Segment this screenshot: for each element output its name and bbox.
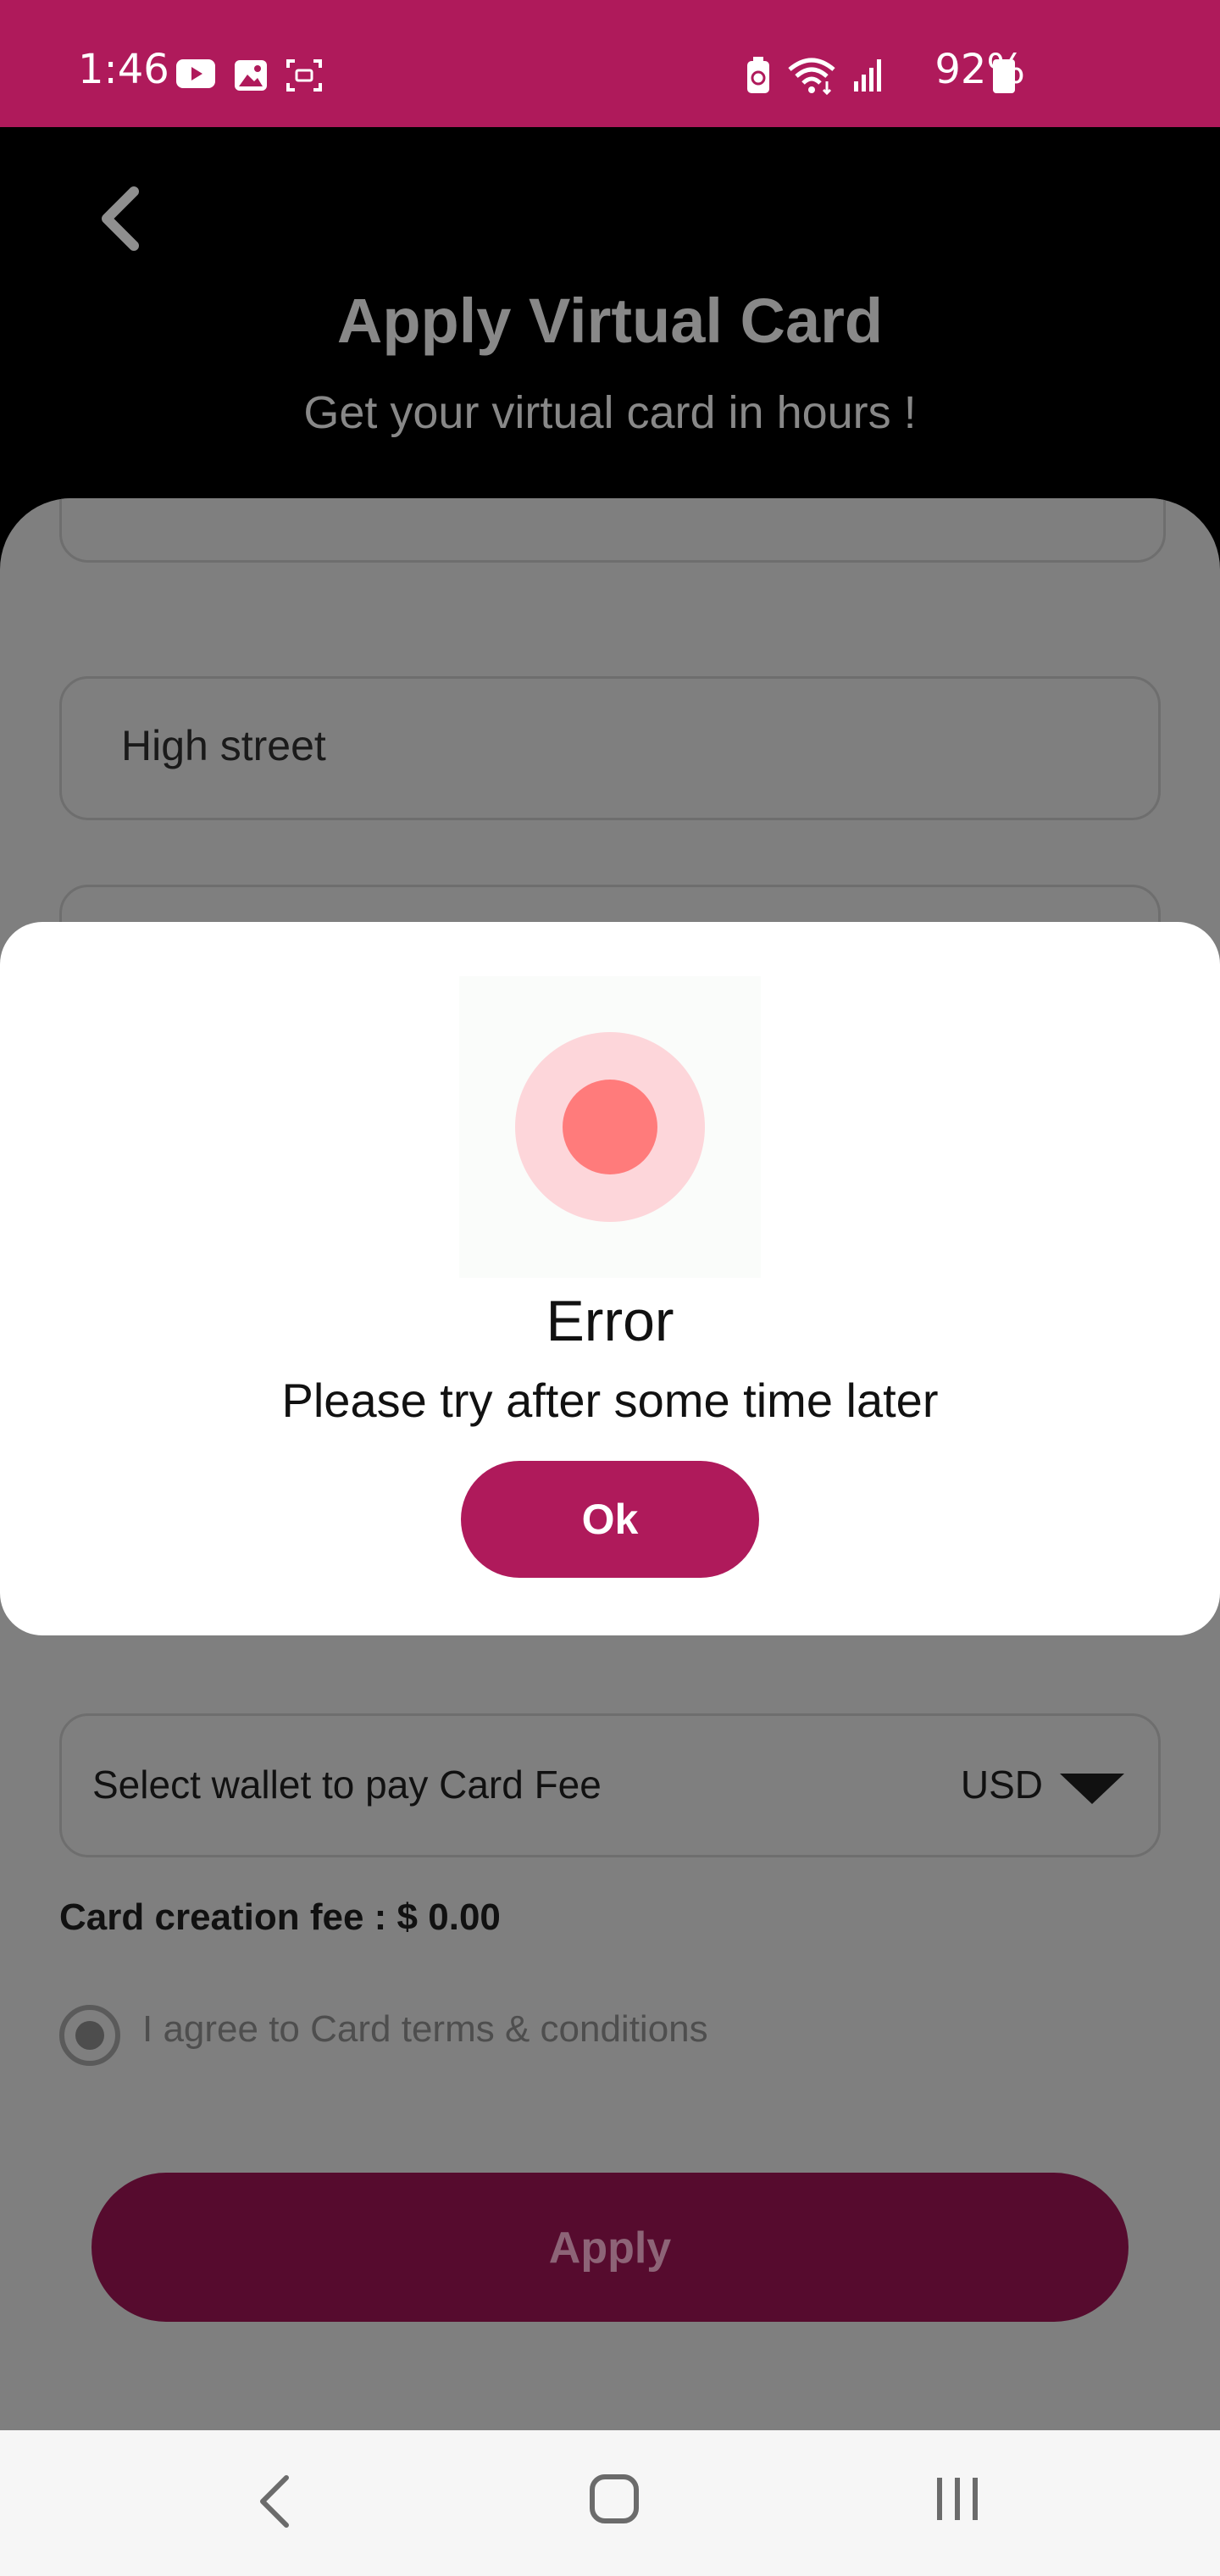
page-title: Apply Virtual Card [336, 286, 884, 356]
image-icon [235, 60, 267, 91]
battery-icon [993, 59, 1015, 93]
ok-button[interactable]: Ok [461, 1461, 759, 1578]
apply-button[interactable]: Apply [92, 2173, 1128, 2322]
dialog-message: Please try after some time later [281, 1374, 939, 1427]
wallet-select-label: Select wallet to pay Card Fee [92, 1763, 602, 1807]
back-arrow-icon[interactable] [95, 185, 146, 253]
nav-home-icon[interactable] [590, 2474, 639, 2523]
previous-field[interactable] [59, 498, 1166, 563]
error-ring-icon [515, 1032, 705, 1222]
terms-radio[interactable] [59, 2005, 120, 2066]
wallet-currency: USD [960, 1763, 1043, 1807]
error-dot-icon [563, 1080, 657, 1174]
nav-back-icon[interactable] [254, 2471, 295, 2532]
wifi-icon [788, 58, 835, 95]
error-dialog: Error Please try after some time later O… [0, 922, 1220, 1635]
status-bar: 1:46 92% [0, 0, 1220, 127]
status-right-icons [746, 56, 886, 95]
nav-recents-icon[interactable] [932, 2473, 983, 2525]
address-field[interactable]: High street [59, 676, 1161, 820]
signal-icon [854, 59, 881, 92]
status-time: 1:46 [78, 46, 169, 93]
dialog-title: Error [546, 1289, 674, 1353]
wallet-select[interactable]: Select wallet to pay Card Fee USD [59, 1713, 1161, 1857]
card-fee-text: Card creation fee : $ 0.00 [59, 1896, 501, 1938]
radio-dot-icon [75, 2021, 104, 2050]
screenshot-icon [286, 59, 322, 92]
dropdown-caret-icon [1060, 1774, 1124, 1804]
youtube-icon [176, 59, 215, 88]
address-field-value: High street [121, 722, 326, 769]
system-nav-bar [0, 2430, 1220, 2576]
error-icon-container [459, 976, 761, 1278]
battery-saver-icon [747, 57, 769, 93]
terms-label: I agree to Card terms & conditions [142, 2008, 708, 2050]
page-subtitle: Get your virtual card in hours ! [303, 387, 917, 438]
apply-button-label: Apply [548, 2223, 672, 2273]
ok-button-label: Ok [581, 1496, 639, 1543]
status-left-icons [176, 59, 322, 92]
